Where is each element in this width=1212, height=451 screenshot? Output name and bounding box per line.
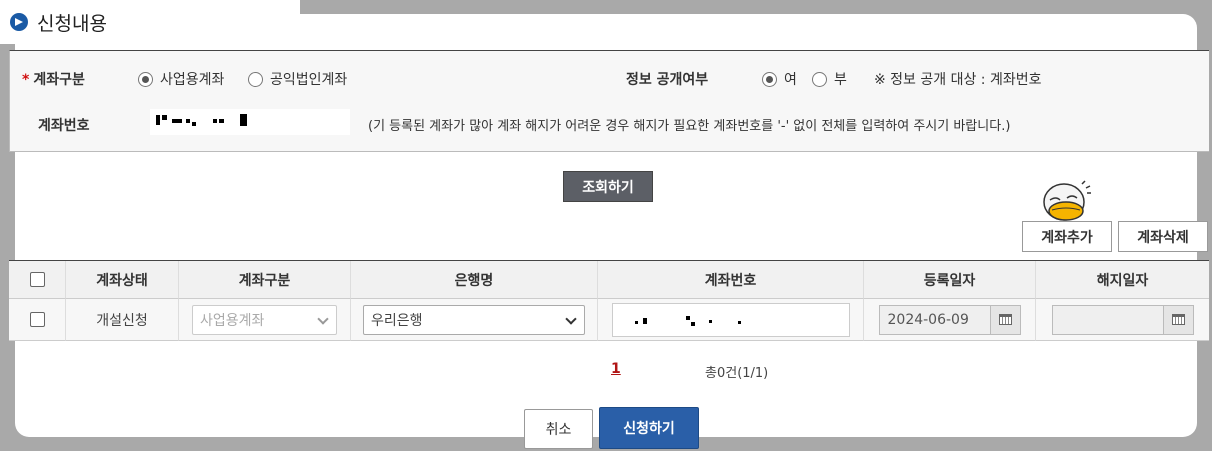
account-number-label: 계좌번호 [38,118,90,134]
row-status: 개설신청 [66,299,179,341]
radio-checked-icon [762,71,777,87]
search-button[interactable]: 조회하기 [563,171,653,202]
header-end-date: 해지일자 [1036,261,1209,299]
row-type-cell: 사업용계좌 [179,299,351,341]
account-number-input[interactable] [150,109,350,135]
section-header: 신청내용 [0,0,300,44]
radio-disclosure-yes[interactable]: 여 [762,69,797,89]
disclosure-label: 정보 공개여부 [626,72,709,88]
add-account-button[interactable]: 계좌추가 [1022,221,1112,252]
application-form: * 계좌구분 사업용계좌 공익법인계좌 정보 공개여부 여 부 ※ 정보 공개 대… [9,50,1209,152]
mascot-character-icon [1043,180,1091,221]
radio-business-account[interactable]: 사업용계좌 [138,69,224,89]
radio-checked-icon [138,71,153,87]
reg-date-input[interactable]: 2024-06-09 [878,304,1021,335]
header-checkbox-cell [9,261,66,299]
header-status: 계좌상태 [66,261,179,299]
delete-account-button[interactable]: 계좌삭제 [1118,221,1208,252]
header-bank-name: 은행명 [351,261,598,299]
bank-select[interactable]: 우리은행 [363,304,585,335]
table-header: 계좌상태 계좌구분 은행명 계좌번호 등록일자 해지일자 [9,261,1209,299]
account-type-label: * 계좌구분 [22,72,85,88]
radio-unchecked-icon [248,71,263,87]
account-table: 계좌상태 계좌구분 은행명 계좌번호 등록일자 해지일자 개설신청 사업용계좌 … [9,260,1209,341]
calendar-icon[interactable] [989,305,1020,334]
row-account-number-cell [598,299,864,341]
row-checkbox[interactable] [29,312,45,327]
arrow-circle-icon [10,13,28,31]
select-all-checkbox[interactable] [29,272,45,287]
disclosure-note: ※ 정보 공개 대상 : 계좌번호 [874,72,1042,88]
row-end-date-cell [1036,299,1209,341]
section-title: 신청내용 [37,13,107,35]
cancel-button[interactable]: 취소 [524,409,593,449]
header-reg-date: 등록일자 [864,261,1036,299]
row-checkbox-cell [9,299,66,341]
required-mark: * [22,72,30,88]
account-number-hint: (기 등록된 계좌가 많아 계좌 해지가 어려운 경우 해지가 필요한 계좌번호… [368,119,1011,134]
pagination-page-1[interactable]: 1 [611,361,621,377]
header-account-number: 계좌번호 [598,261,864,299]
row-account-number-input[interactable] [611,302,850,337]
total-count: 총0건(1/1) [705,366,769,381]
calendar-icon[interactable] [1162,305,1193,334]
apply-button[interactable]: 신청하기 [599,407,699,449]
chevron-down-icon [317,312,329,325]
radio-disclosure-no[interactable]: 부 [812,69,847,89]
account-type-select[interactable]: 사업용계좌 [192,304,337,335]
chevron-down-icon [565,312,577,325]
table-row: 개설신청 사업용계좌 우리은행 2024-06-09 [9,299,1209,341]
end-date-input[interactable] [1051,304,1194,335]
radio-unchecked-icon [812,71,827,87]
radio-public-corp-account[interactable]: 공익법인계좌 [248,69,347,89]
header-account-type: 계좌구분 [179,261,351,299]
row-reg-date-cell: 2024-06-09 [864,299,1036,341]
row-bank-cell: 우리은행 [351,299,598,341]
